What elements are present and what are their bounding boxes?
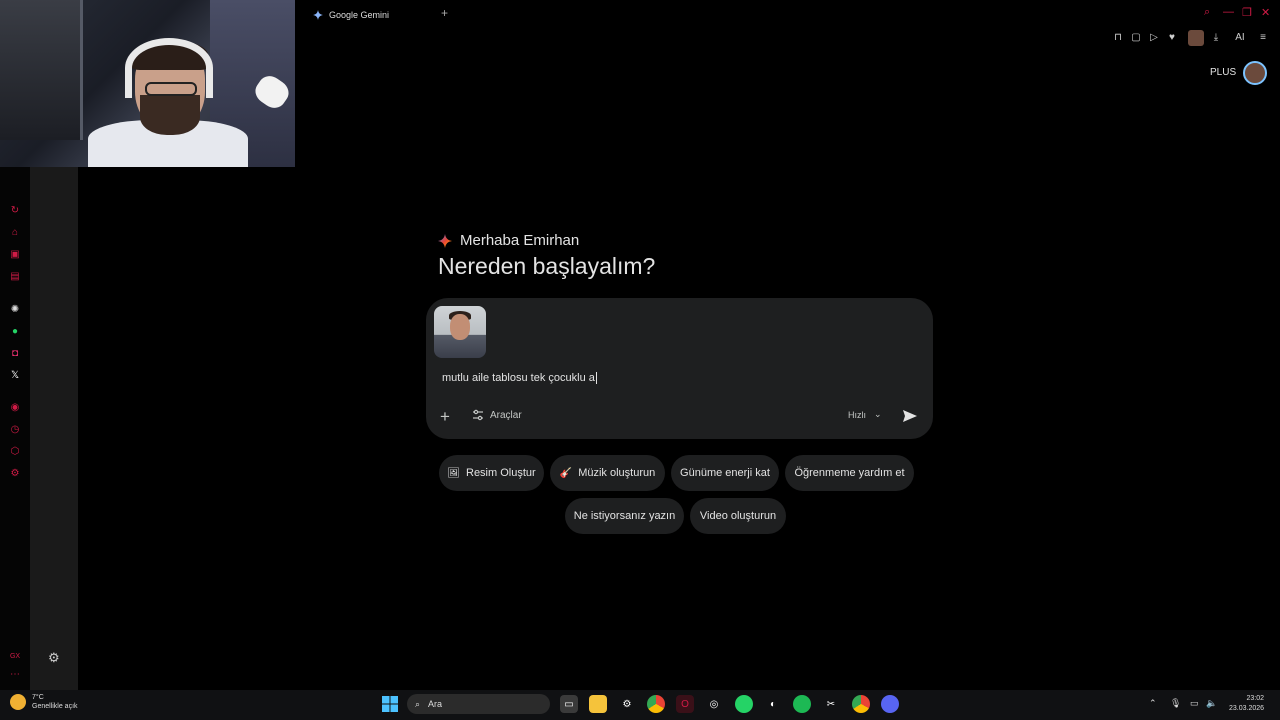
chip-energize-day[interactable]: Günüme enerji kat (671, 455, 779, 491)
model-selector[interactable]: Hızlı ⌄ (848, 409, 882, 420)
chip-create-image[interactable]: 🖼 Resim Oluştur (439, 455, 544, 491)
weather-sun-icon (10, 694, 26, 710)
settings-icon[interactable]: ⚙ (8, 466, 22, 480)
refresh-icon[interactable]: ↻ (8, 203, 22, 217)
chatgpt-icon[interactable]: ✺ (8, 302, 22, 316)
ai-button[interactable]: AI (1229, 30, 1251, 44)
send-icon[interactable] (902, 408, 918, 424)
news-icon[interactable]: ▤ (8, 269, 22, 283)
prompt-box[interactable]: mutlu aile tablosu tek çocuklu a + Araçl… (426, 298, 933, 439)
gear-icon[interactable]: ⚙ (48, 650, 60, 666)
clock-time: 23:02 (1246, 695, 1265, 702)
chip-label: Müzik oluşturun (578, 467, 656, 479)
chip-write-anything[interactable]: Ne istiyorsanız yazın (565, 498, 684, 534)
pin-icon[interactable]: ⊓ (1111, 30, 1125, 44)
extensions-icon[interactable]: ⬡ (8, 444, 22, 458)
steam-settings-icon[interactable]: ⚙ (618, 695, 636, 713)
chip-label: Ne istiyorsanız yazın (573, 510, 676, 522)
steam-icon[interactable]: ◐ (764, 695, 782, 713)
account-avatar[interactable] (1243, 61, 1267, 85)
weather-desc: Genellikle açık (32, 703, 78, 710)
ai-label: AI (1235, 31, 1245, 43)
guitar-icon: 🎸 (559, 467, 573, 479)
chip-label: Günüme enerji kat (680, 467, 770, 479)
model-label: Hızlı (848, 409, 866, 420)
search-placeholder: Ara (428, 699, 443, 709)
windows-start-icon[interactable] (381, 695, 399, 713)
file-explorer-icon[interactable] (589, 695, 607, 713)
chip-label: Resim Oluştur (466, 467, 536, 479)
capcut-icon[interactable]: ✂ (822, 695, 840, 713)
weather-temp: 7°C (32, 694, 44, 701)
add-attachment-button[interactable]: + (440, 408, 450, 425)
tab-bar: Google Gemini + ⌕ — ❐ ✕ (295, 0, 1280, 30)
snapshot-icon[interactable]: ▢ (1129, 30, 1143, 44)
gemini-spark-icon (438, 233, 452, 248)
chip-label: Video oluşturun (699, 510, 777, 522)
spotify-icon[interactable] (793, 695, 811, 713)
volume-icon[interactable]: 🔈 (1206, 698, 1217, 709)
x-icon[interactable]: 𝕏 (8, 368, 22, 382)
download-icon[interactable]: ⤓ (1209, 30, 1223, 44)
sliders-icon (473, 409, 483, 421)
chip-help-learn[interactable]: Öğrenmeme yardım et (785, 455, 914, 491)
image-icon: 🖼 (447, 467, 460, 479)
attached-image-thumbnail[interactable] (434, 306, 486, 358)
display-icon[interactable]: ▭ (1190, 698, 1199, 709)
tab-title: Google Gemini (329, 10, 390, 20)
chrome-profile-icon[interactable] (852, 695, 870, 713)
tab-gemini[interactable]: Google Gemini (313, 6, 389, 24)
history-icon[interactable]: ◷ (8, 422, 22, 436)
taskbar-search[interactable]: ⌕ Ara (407, 694, 550, 714)
page-title: Nereden başlayalım? (438, 253, 656, 279)
taskbar-clock[interactable]: 23:02 23.03.2026 (1229, 694, 1264, 714)
task-view-icon[interactable]: ▭ (560, 695, 578, 713)
chip-create-video[interactable]: Video oluşturun (690, 498, 786, 534)
chevron-down-icon: ⌄ (874, 409, 882, 419)
gemini-spark-icon (313, 10, 323, 20)
whatsapp-icon[interactable]: ● (8, 324, 22, 338)
twitch-icon[interactable]: ▣ (8, 247, 22, 261)
menu-icon[interactable]: ≡ (1256, 30, 1270, 44)
greeting: Merhaba Emirhan (438, 232, 579, 249)
record-icon[interactable]: ◉ (8, 400, 22, 414)
tools-label: Araçlar (490, 409, 522, 421)
profile-avatar[interactable] (1188, 30, 1204, 46)
discord-icon[interactable] (881, 695, 899, 713)
search-icon[interactable]: ⌕ (1204, 6, 1210, 19)
play-icon[interactable]: ▷ (1147, 30, 1161, 44)
side-panel (30, 167, 78, 690)
gx-label[interactable]: GX (8, 649, 22, 663)
more-icon[interactable]: ⋯ (8, 667, 22, 681)
obs-icon[interactable]: ◎ (705, 695, 723, 713)
minimize-icon[interactable]: — (1223, 6, 1234, 18)
greeting-text: Merhaba Emirhan (460, 232, 580, 249)
maximize-icon[interactable]: ❐ (1242, 6, 1252, 19)
bag-icon[interactable]: ⌂ (8, 225, 22, 239)
heart-icon[interactable]: ♥ (1165, 30, 1179, 44)
search-icon: ⌕ (415, 698, 421, 709)
instagram-icon[interactable]: ◘ (8, 346, 22, 360)
opera-sidebar: ↻ ⌂ ▣ ▤ ✺ ● ◘ 𝕏 ◉ ◷ ⬡ ⚙ GX ⋯ (0, 167, 30, 690)
windows-taskbar (0, 690, 1280, 720)
close-icon[interactable]: ✕ (1261, 6, 1270, 19)
prompt-input[interactable]: mutlu aile tablosu tek çocuklu a (442, 372, 597, 384)
weather-widget[interactable]: 7°C Genellikle açık (10, 693, 78, 711)
clock-date: 23.03.2026 (1229, 705, 1265, 712)
chrome-icon[interactable] (647, 695, 665, 713)
tools-button[interactable]: Araçlar (472, 409, 522, 421)
webcam-overlay (0, 0, 295, 167)
chevron-up-icon[interactable]: ⌃ (1149, 698, 1157, 709)
chip-create-music[interactable]: 🎸 Müzik oluşturun (550, 455, 665, 491)
opera-gx-icon[interactable]: O (676, 695, 694, 713)
new-tab-button[interactable]: + (441, 6, 448, 20)
chip-label: Öğrenmeme yardım et (794, 467, 905, 479)
microphone-icon[interactable]: 🎙 (1170, 698, 1181, 709)
whatsapp-taskbar-icon[interactable] (735, 695, 753, 713)
plan-badge: PLUS (1210, 67, 1237, 78)
